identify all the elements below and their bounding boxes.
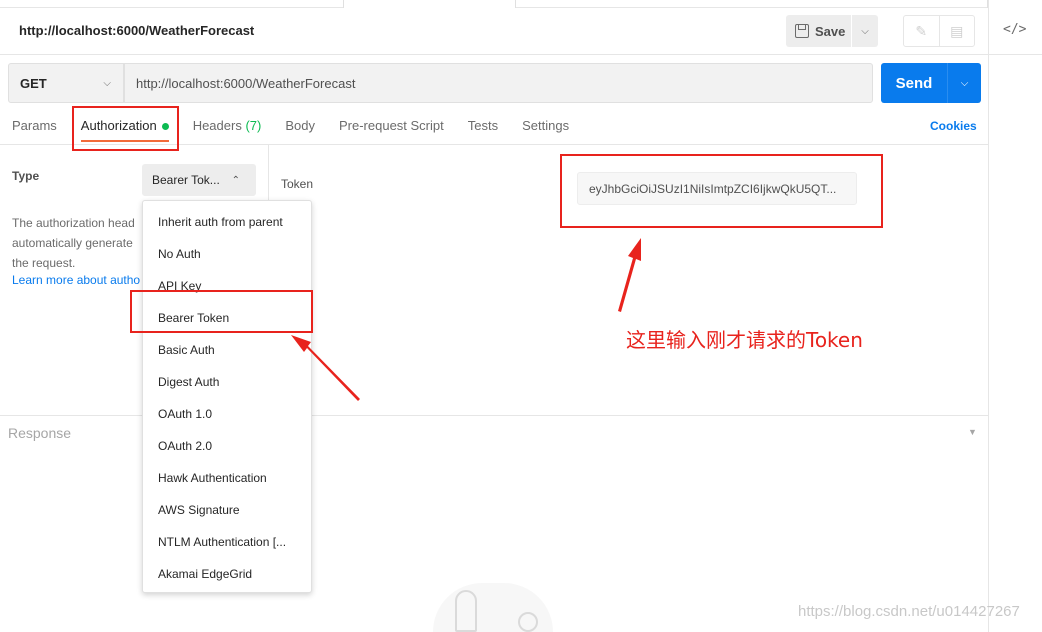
response-label: Response	[8, 425, 72, 441]
watermark: https://blog.csdn.net/u014427267	[798, 603, 1020, 620]
auth-desc-line: automatically generate	[12, 236, 133, 250]
auth-desc-line: The authorization head	[12, 216, 135, 230]
tab-params[interactable]: Params	[12, 118, 57, 138]
auth-desc-line: the request.	[12, 256, 76, 270]
highlight-bearer-token	[130, 290, 313, 333]
save-label: Save	[815, 23, 846, 39]
dropdown-item-oauth2[interactable]: OAuth 2.0	[143, 430, 311, 462]
edit-actions: ✎ ▤	[903, 15, 975, 47]
chevron-down-icon: ⌵	[103, 77, 111, 89]
tab-tests[interactable]: Tests	[468, 118, 498, 138]
arrow-to-token	[618, 238, 641, 312]
url-input[interactable]: http://localhost:6000/WeatherForecast	[124, 63, 873, 103]
chevron-down-icon: ⌵	[960, 77, 969, 89]
request-tab-active[interactable]	[343, 0, 516, 8]
right-panel-divider	[988, 0, 989, 632]
save-options-button[interactable]: ⌵	[852, 26, 878, 37]
request-tab[interactable]	[516, 0, 988, 8]
dropdown-item-akamai[interactable]: Akamai EdgeGrid	[143, 558, 311, 590]
cookies-link[interactable]: Cookies	[930, 119, 977, 133]
save-button[interactable]: Save	[786, 15, 852, 47]
chevron-down-icon: ⌵	[861, 25, 869, 37]
auth-type-dropdown: Inherit auth from parent No Auth API Key…	[142, 200, 312, 593]
auth-type-select[interactable]: Bearer Tok... ⌃	[142, 164, 256, 196]
send-options-button[interactable]: ⌵	[948, 63, 981, 103]
tab-headers-label: Headers	[192, 118, 242, 133]
dropdown-item-ntlm[interactable]: NTLM Authentication [...	[143, 526, 311, 558]
dropdown-item-basic-auth[interactable]: Basic Auth	[143, 334, 311, 366]
save-icon	[795, 24, 809, 38]
token-label: Token	[281, 177, 314, 191]
tab-body-label: Body	[285, 118, 315, 133]
save-button-group: Save ⌵	[786, 15, 878, 47]
send-button-group: Send ⌵	[881, 63, 981, 103]
highlight-authorization-tab	[72, 106, 179, 151]
send-button[interactable]: Send	[881, 63, 948, 103]
auth-description: The authorization head automatically gen…	[12, 213, 147, 273]
dropdown-item-digest-auth[interactable]: Digest Auth	[143, 366, 311, 398]
dropdown-item-oauth1[interactable]: OAuth 1.0	[143, 398, 311, 430]
method-label: GET	[20, 75, 47, 91]
tab-pre-request-script[interactable]: Pre-request Script	[339, 118, 444, 138]
tab-settings[interactable]: Settings	[522, 118, 569, 138]
astronaut-icon	[518, 612, 538, 632]
chevron-up-icon: ⌃	[231, 174, 240, 186]
dropdown-item-hawk[interactable]: Hawk Authentication	[143, 462, 311, 494]
annotation-text: 这里输入刚才请求的Token	[626, 328, 863, 352]
header-divider	[0, 54, 988, 55]
tab-settings-label: Settings	[522, 118, 570, 133]
right-panel-separator	[989, 54, 1042, 55]
headers-count-badge: (7)	[245, 118, 262, 133]
request-title: http://localhost:6000/WeatherForecast	[19, 23, 255, 38]
learn-more-link[interactable]: Learn more about autho	[12, 273, 147, 287]
code-icon[interactable]: </>	[1003, 22, 1026, 40]
pencil-icon[interactable]: ✎	[904, 16, 939, 46]
rocket-icon	[455, 590, 477, 632]
dropdown-item-inherit[interactable]: Inherit auth from parent	[143, 206, 311, 238]
tab-tests-label: Tests	[467, 118, 499, 133]
comment-icon[interactable]: ▤	[938, 16, 975, 46]
auth-type-value: Bearer Tok...	[152, 173, 220, 187]
tab-params-label: Params	[12, 118, 57, 133]
auth-type-label: Type	[12, 169, 40, 183]
collapse-caret-icon[interactable]: ▼	[968, 427, 977, 437]
dropdown-item-aws[interactable]: AWS Signature	[143, 494, 311, 526]
tab-body[interactable]: Body	[285, 118, 315, 138]
dropdown-item-no-auth[interactable]: No Auth	[143, 238, 311, 270]
highlight-token-field	[560, 154, 883, 228]
method-select[interactable]: GET ⌵	[8, 63, 124, 103]
tab-pre-request-label: Pre-request Script	[338, 118, 444, 133]
tab-headers[interactable]: Headers (7)	[193, 118, 262, 138]
